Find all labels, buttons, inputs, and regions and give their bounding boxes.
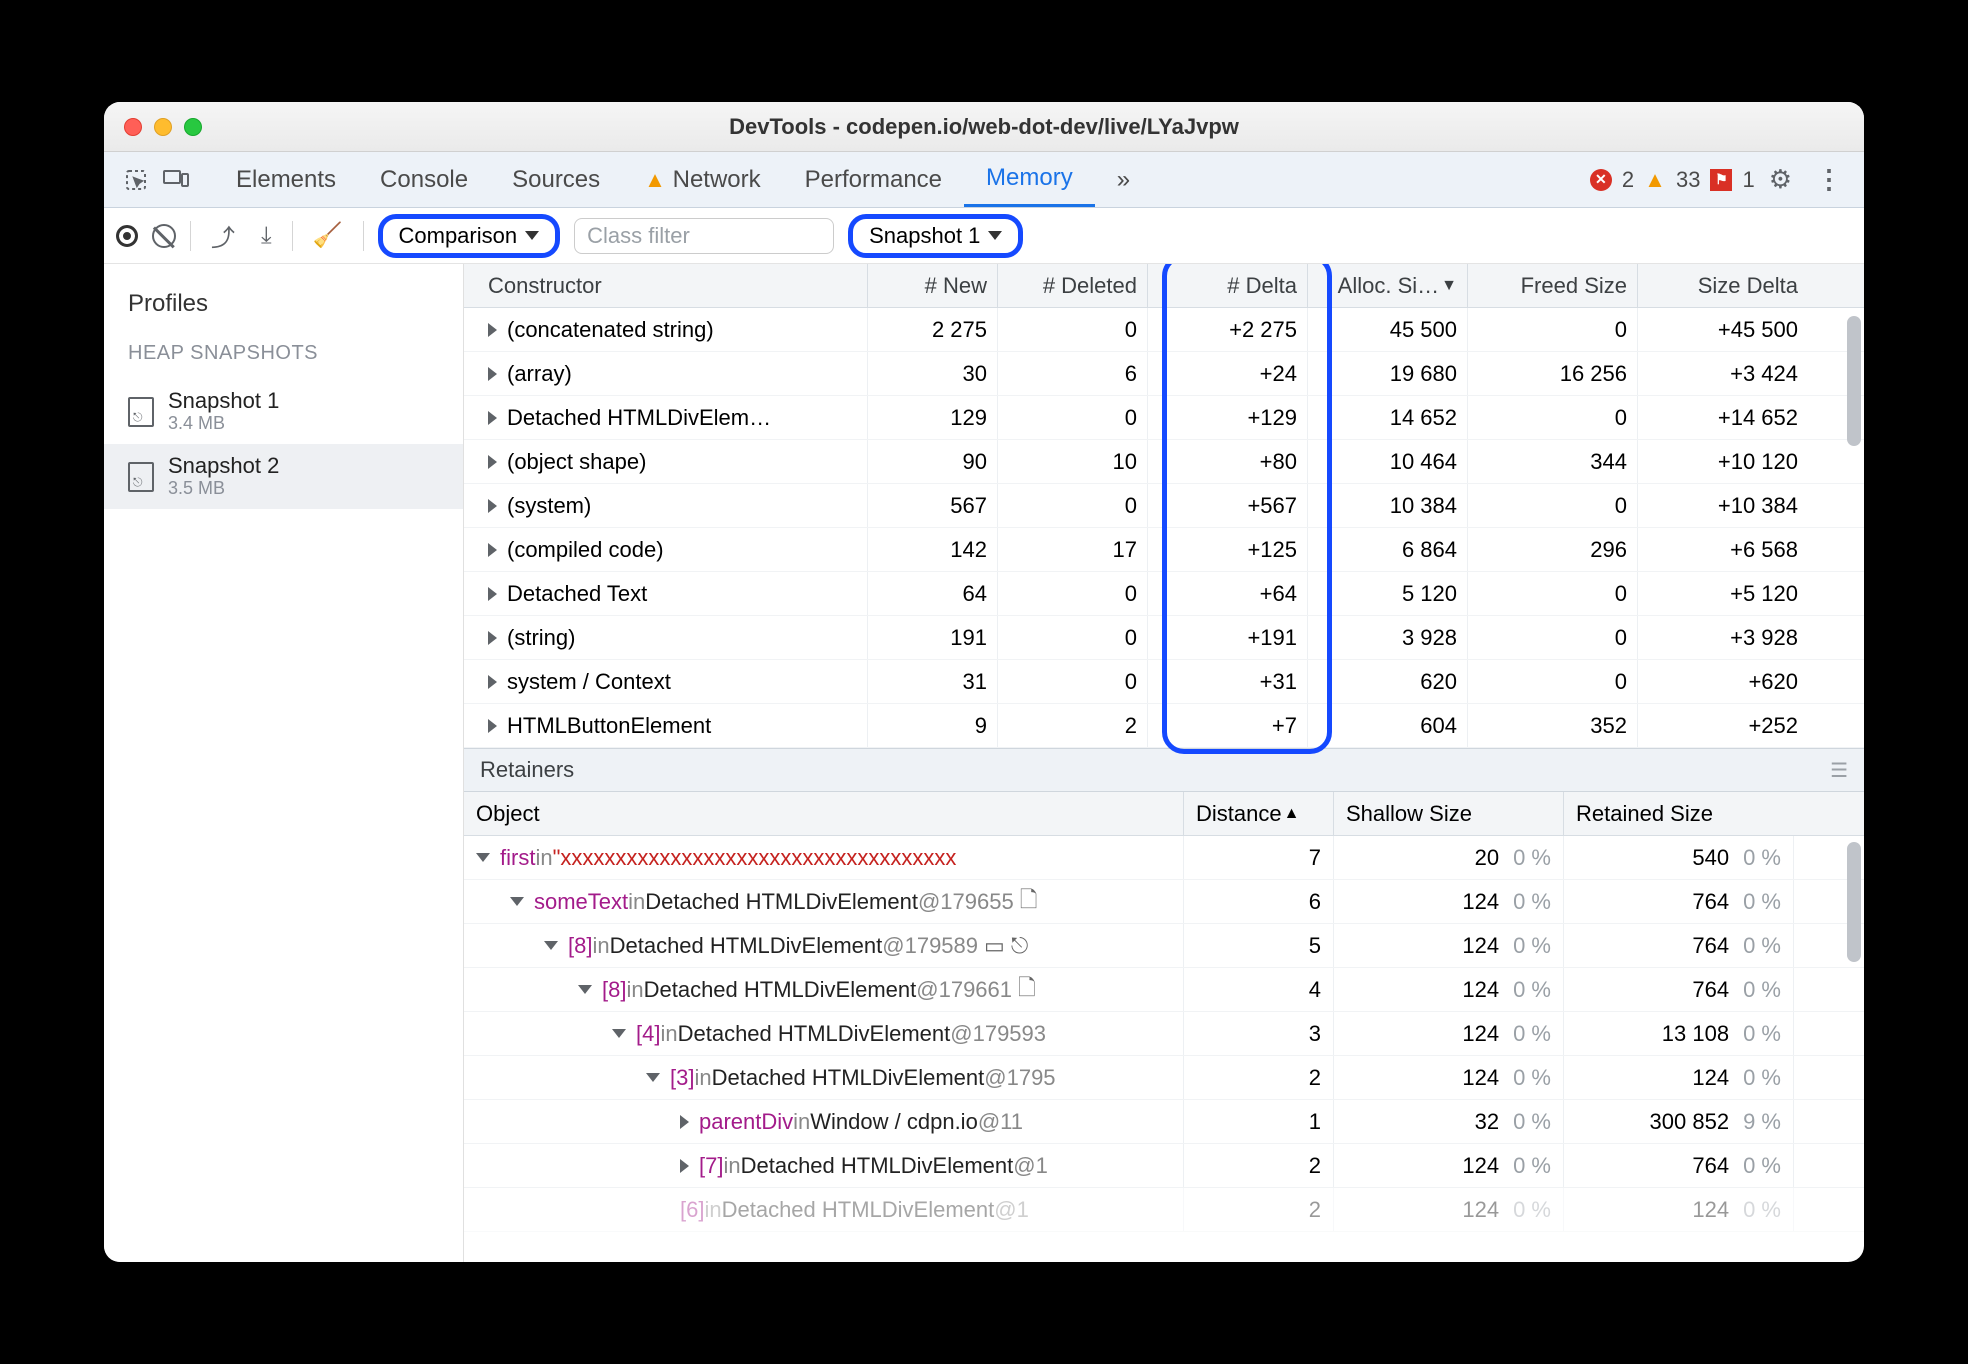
col-deleted[interactable]: # Deleted [998,264,1148,307]
expand-icon[interactable] [488,411,497,425]
upload-icon[interactable]: ⤴ [205,218,241,253]
expand-icon[interactable] [488,587,497,601]
col-constructor[interactable]: Constructor [478,264,868,307]
col-shallow[interactable]: Shallow Size [1334,792,1564,835]
table-row[interactable]: Detached Text640+645 1200+5 120 [464,572,1864,616]
view-select[interactable]: Comparison [378,214,561,258]
comparison-header-row: Constructor # New # Deleted # Delta Allo… [464,264,1864,308]
sidebar-section: HEAP SNAPSHOTS [104,336,463,379]
kebab-icon[interactable]: ⋮ [1806,164,1852,195]
col-sizedelta[interactable]: Size Delta [1638,264,1808,307]
close-icon[interactable] [124,118,142,136]
retainers-column-row: Object Distance▲ Shallow Size Retained S… [464,792,1864,836]
retainer-row[interactable]: parentDiv in Window / cdpn.io @111320 %3… [464,1100,1864,1144]
table-row[interactable]: (object shape)9010+8010 464344+10 120 [464,440,1864,484]
sidebar-header: Profiles [104,280,463,336]
expand-icon[interactable] [612,1029,626,1038]
tab-memory[interactable]: Memory [964,152,1095,207]
warning-icon: ▲ [1644,167,1666,193]
snapshot-icon [128,397,154,427]
error-icon: ✕ [1590,169,1612,191]
col-retained[interactable]: Retained Size [1564,792,1794,835]
scrollbar-thumb[interactable] [1847,842,1861,962]
minimize-icon[interactable] [154,118,172,136]
retainer-row[interactable]: [3] in Detached HTMLDivElement @17952124… [464,1056,1864,1100]
table-row[interactable]: (concatenated string)2 2750+2 27545 5000… [464,308,1864,352]
devtools-panels: Elements Console Sources ▲ Network Perfo… [104,152,1864,208]
expand-icon[interactable] [488,543,497,557]
titlebar: DevTools - codepen.io/web-dot-dev/live/L… [104,102,1864,152]
expand-icon[interactable] [544,941,558,950]
devtools-window: DevTools - codepen.io/web-dot-dev/live/L… [104,102,1864,1262]
status-counters[interactable]: ✕2 ▲33 ⚑1 [1590,167,1755,193]
table-row[interactable]: Detached HTMLDivElem…1290+12914 6520+14 … [464,396,1864,440]
tab-network[interactable]: ▲ Network [622,152,782,207]
gear-icon[interactable]: ⚙ [1755,164,1806,195]
table-row[interactable]: system / Context310+316200+620 [464,660,1864,704]
table-row[interactable]: HTMLButtonElement92+7604352+252 [464,704,1864,748]
col-object[interactable]: Object [464,792,1184,835]
chevron-down-icon [988,231,1002,240]
table-row[interactable]: (compiled code)14217+1256 864296+6 568 [464,528,1864,572]
col-distance[interactable]: Distance▲ [1184,792,1334,835]
table-row[interactable]: (system)5670+56710 3840+10 384 [464,484,1864,528]
col-delta[interactable]: # Delta [1148,264,1308,307]
tab-console[interactable]: Console [358,152,490,207]
retainer-row[interactable]: [4] in Detached HTMLDivElement @17959331… [464,1012,1864,1056]
snapshot-item-2[interactable]: Snapshot 23.5 MB [104,444,463,509]
retainer-row[interactable]: [7] in Detached HTMLDivElement @121240 %… [464,1144,1864,1188]
col-new[interactable]: # New [868,264,998,307]
expand-icon[interactable] [488,323,497,337]
snapshot-item-1[interactable]: Snapshot 13.4 MB [104,379,463,444]
col-freed[interactable]: Freed Size [1468,264,1638,307]
expand-icon[interactable] [488,719,497,733]
record-icon[interactable] [116,225,138,247]
sort-desc-icon: ▼ [1441,277,1457,295]
memory-toolbar: ⤴ ⤓ 🧹 Comparison Snapshot 1 [104,208,1864,264]
inspect-icon[interactable] [116,168,156,192]
retainer-row[interactable]: [8] in Detached HTMLDivElement @179661🗋4… [464,968,1864,1012]
expand-icon[interactable] [680,1159,689,1173]
base-snapshot-select[interactable]: Snapshot 1 [848,214,1023,258]
expand-icon[interactable] [646,1073,660,1082]
device-icon[interactable] [156,170,196,190]
scrollbar-thumb[interactable] [1847,316,1861,446]
expand-icon[interactable] [510,897,524,906]
tab-performance[interactable]: Performance [783,152,964,207]
menu-icon[interactable]: ☰ [1830,758,1848,783]
window-title: DevTools - codepen.io/web-dot-dev/live/L… [104,114,1864,140]
traffic-lights [104,118,202,136]
retainer-row[interactable]: someText in Detached HTMLDivElement @179… [464,880,1864,924]
class-filter-input[interactable] [574,218,834,254]
issue-icon: ⚑ [1710,169,1732,191]
expand-icon[interactable] [488,631,497,645]
tab-sources[interactable]: Sources [490,152,622,207]
clear-icon[interactable] [152,224,176,248]
snapshot-icon [128,462,154,492]
expand-icon[interactable] [578,985,592,994]
expand-icon[interactable] [680,1115,689,1129]
table-row[interactable]: (array)306+2419 68016 256+3 424 [464,352,1864,396]
table-row[interactable]: (string)1910+1913 9280+3 928 [464,616,1864,660]
download-icon[interactable]: ⤓ [255,222,278,250]
retainer-row[interactable]: [8] in Detached HTMLDivElement @179589▭ … [464,924,1864,968]
memory-main: Constructor # New # Deleted # Delta Allo… [464,264,1864,1262]
retainer-row[interactable]: first in "xxxxxxxxxxxxxxxxxxxxxxxxxxxxxx… [464,836,1864,880]
sort-asc-icon: ▲ [1284,805,1300,823]
col-alloc[interactable]: Alloc. Si…▼ [1308,264,1468,307]
expand-icon[interactable] [488,499,497,513]
retainers-header: Retainers ☰ [464,748,1864,792]
expand-icon[interactable] [488,455,497,469]
expand-icon[interactable] [488,367,497,381]
retainer-row[interactable]: [6] in Detached HTMLDivElement @121240 %… [464,1188,1864,1232]
profiles-sidebar: Profiles HEAP SNAPSHOTS Snapshot 13.4 MB… [104,264,464,1262]
tab-elements[interactable]: Elements [214,152,358,207]
tab-more[interactable]: » [1095,152,1152,207]
zoom-icon[interactable] [184,118,202,136]
warning-icon: ▲ [644,167,666,193]
expand-icon[interactable] [476,853,490,862]
chevron-down-icon [525,231,539,240]
gc-icon[interactable]: 🧹 [307,221,349,250]
expand-icon[interactable] [488,675,497,689]
